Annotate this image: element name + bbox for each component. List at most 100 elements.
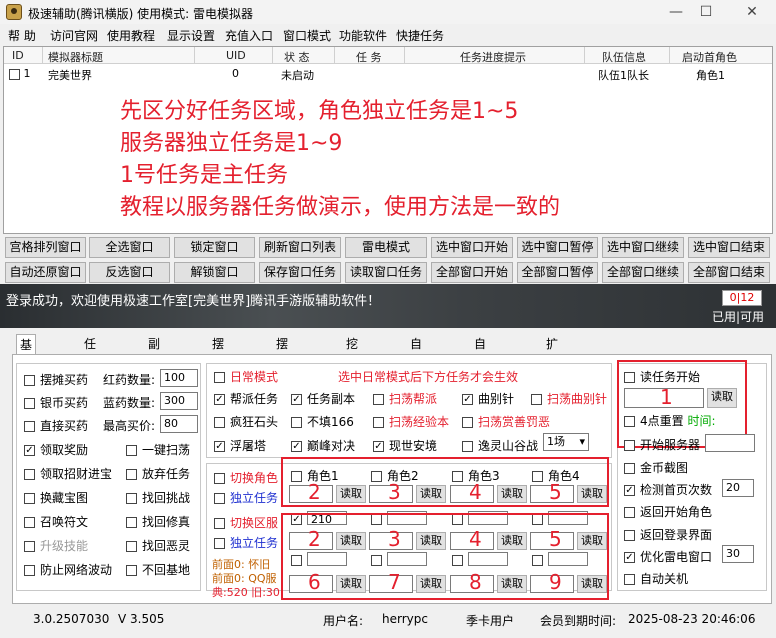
server-independent-checkbox[interactable]: 独立任务 (214, 534, 278, 551)
row-uid: 0 (232, 67, 239, 80)
basic-option-3[interactable]: 直接买药 (24, 417, 88, 434)
status-bar: 3.0.2507030 V 3.505 用户名: herrypc 季卡用户 会员… (0, 606, 776, 636)
basic-extra-6[interactable]: 不回基地 (126, 561, 190, 578)
buttons-row2-button-7[interactable]: 全部窗口暂停 (517, 262, 598, 283)
maximize-button[interactable]: ☐ (686, 2, 726, 22)
basic-extra-5[interactable]: 找回恶灵 (126, 537, 190, 554)
menu-recharge[interactable]: 充值入口 (225, 27, 273, 44)
col-uid[interactable]: UID (226, 49, 246, 62)
basic-option-4[interactable]: 领取奖励 (24, 441, 88, 458)
row-checkbox[interactable] (9, 68, 20, 80)
menu-bar: 帮 助 访问官网 使用教程 显示设置 充值入口 窗口模式 功能软件 快捷任务 (0, 25, 776, 45)
daily-task-8[interactable]: 扫荡经验本 (373, 413, 449, 430)
buttons-row1-button-1[interactable]: 宫格排列窗口 (5, 237, 86, 258)
reset-4am-checkbox[interactable]: 4点重置 时间: (624, 412, 716, 429)
app-icon (6, 4, 22, 20)
daily-task-13[interactable]: 逸灵山谷战 (462, 437, 538, 454)
start-server-input[interactable] (705, 434, 755, 452)
role-independent-checkbox[interactable]: 独立任务 (214, 489, 278, 506)
daily-mode-checkbox[interactable]: 日常模式 (214, 368, 278, 385)
list-header: ID 模拟器标题 UID 状 态 任 务 任务进度提示 队伍信息 启动首角色 (4, 47, 772, 64)
expire-label: 会员到期时间: (540, 614, 617, 628)
daily-task-3[interactable]: 扫荡帮派 (373, 390, 437, 407)
buttons-row1-button-3[interactable]: 锁定窗口 (174, 237, 255, 258)
daily-task-5[interactable]: 扫荡曲别针 (531, 390, 607, 407)
field-input-3[interactable]: 80 (160, 415, 198, 433)
annotation-4: 教程以服务器任务做演示，使用方法是一致的 (120, 195, 561, 220)
col-team[interactable]: 队伍信息 (602, 49, 646, 65)
row-team: 队伍1队长 (598, 69, 649, 82)
row-title: 完美世界 (48, 69, 92, 82)
detect-home-input[interactable]: 20 (722, 479, 754, 497)
annotation-3: 1号任务是主任务 (120, 163, 288, 188)
main-task-number: 1 (660, 385, 673, 409)
server-info-3: 典:520 旧:30 (212, 586, 280, 599)
field-input-1[interactable]: 100 (160, 369, 198, 387)
daily-task-10[interactable]: 浮屠塔 (214, 437, 266, 454)
basic-option-1[interactable]: 摆摊买药 (24, 371, 88, 388)
return-role-checkbox[interactable]: 返回开始角色 (624, 503, 712, 520)
daily-task-9[interactable]: 扫荡赏善罚恶 (462, 413, 550, 430)
optimize-window-input[interactable]: 30 (722, 545, 754, 563)
menu-display[interactable]: 显示设置 (167, 27, 215, 44)
return-login-checkbox[interactable]: 返回登录界面 (624, 526, 712, 543)
col-status[interactable]: 状 态 (284, 49, 310, 65)
buttons-row1-button-5[interactable]: 雷电模式 (345, 237, 427, 258)
basic-option-6[interactable]: 换藏宝图 (24, 489, 88, 506)
daily-task-1[interactable]: 帮派任务 (214, 390, 278, 407)
basic-extra-2[interactable]: 放弃任务 (126, 465, 190, 482)
buttons-row2-button-1[interactable]: 自动还原窗口 (5, 262, 86, 283)
switch-role-checkbox[interactable]: 切换角色 (214, 469, 278, 486)
buttons-row1-button-2[interactable]: 全选窗口 (89, 237, 170, 258)
daily-task-7[interactable]: 不填166 (291, 413, 354, 430)
close-button[interactable]: ✕ (732, 2, 772, 22)
col-progress[interactable]: 任务进度提示 (460, 49, 526, 65)
detect-home-checkbox[interactable]: 检测首页次数 (624, 481, 712, 498)
buttons-row2-button-4[interactable]: 保存窗口任务 (259, 262, 341, 283)
buttons-row1-button-6[interactable]: 选中窗口开始 (431, 237, 513, 258)
col-task[interactable]: 任 务 (356, 49, 382, 65)
buttons-row1-button-8[interactable]: 选中窗口继续 (602, 237, 684, 258)
basic-option-7[interactable]: 召唤符文 (24, 513, 88, 530)
start-server-checkbox[interactable]: 开始服务器 (624, 436, 700, 453)
buttons-row2-button-9[interactable]: 全部窗口结束 (688, 262, 770, 283)
col-first-role[interactable]: 启动首角色 (682, 49, 737, 65)
buttons-row2-button-2[interactable]: 反选窗口 (89, 262, 170, 283)
auto-shutdown-checkbox[interactable]: 自动关机 (624, 570, 688, 587)
basic-option-8[interactable]: 升级技能 (24, 537, 88, 554)
main-task-read-button[interactable]: 读取 (707, 388, 737, 408)
switch-server-checkbox[interactable]: 切换区服 (214, 514, 278, 531)
buttons-row1-button-4[interactable]: 刷新窗口列表 (259, 237, 341, 258)
menu-quick-task[interactable]: 快捷任务 (396, 27, 444, 44)
basic-option-5[interactable]: 领取招财进宝 (24, 465, 112, 482)
buttons-row2-button-8[interactable]: 全部窗口继续 (602, 262, 684, 283)
buttons-row2-button-5[interactable]: 读取窗口任务 (345, 262, 427, 283)
menu-software[interactable]: 功能软件 (339, 27, 387, 44)
read-task-start-checkbox[interactable]: 读任务开始 (624, 368, 700, 385)
col-title[interactable]: 模拟器标题 (48, 49, 103, 65)
menu-tutorial[interactable]: 使用教程 (107, 27, 155, 44)
basic-option-9[interactable]: 防止网络波动 (24, 561, 112, 578)
gold-screenshot-checkbox[interactable]: 金币截图 (624, 459, 688, 476)
basic-extra-4[interactable]: 找回修真 (126, 513, 190, 530)
basic-extra-3[interactable]: 找回挑战 (126, 489, 190, 506)
battle-count-select[interactable]: 1场 ▾ (543, 433, 589, 451)
buttons-row2-button-6[interactable]: 全部窗口开始 (431, 262, 513, 283)
col-id[interactable]: ID (12, 49, 24, 62)
daily-task-2[interactable]: 任务副本 (291, 390, 355, 407)
buttons-row1-button-9[interactable]: 选中窗口结束 (688, 237, 770, 258)
daily-task-12[interactable]: 现世安境 (373, 437, 437, 454)
menu-help[interactable]: 帮 助 (8, 27, 36, 44)
optimize-window-checkbox[interactable]: 优化雷电窗口 (624, 548, 712, 565)
daily-task-4[interactable]: 曲别针 (462, 390, 514, 407)
daily-task-6[interactable]: 疯狂石头 (214, 413, 278, 430)
buttons-row1-button-7[interactable]: 选中窗口暂停 (517, 237, 598, 258)
daily-task-11[interactable]: 巅峰对决 (291, 437, 355, 454)
basic-extra-1[interactable]: 一键扫荡 (126, 441, 190, 458)
field-label-1: 红药数量: (103, 373, 156, 387)
buttons-row2-button-3[interactable]: 解锁窗口 (174, 262, 255, 283)
menu-window-mode[interactable]: 窗口模式 (283, 27, 331, 44)
menu-website[interactable]: 访问官网 (50, 27, 98, 44)
basic-option-2[interactable]: 银币买药 (24, 394, 88, 411)
field-input-2[interactable]: 300 (160, 392, 198, 410)
